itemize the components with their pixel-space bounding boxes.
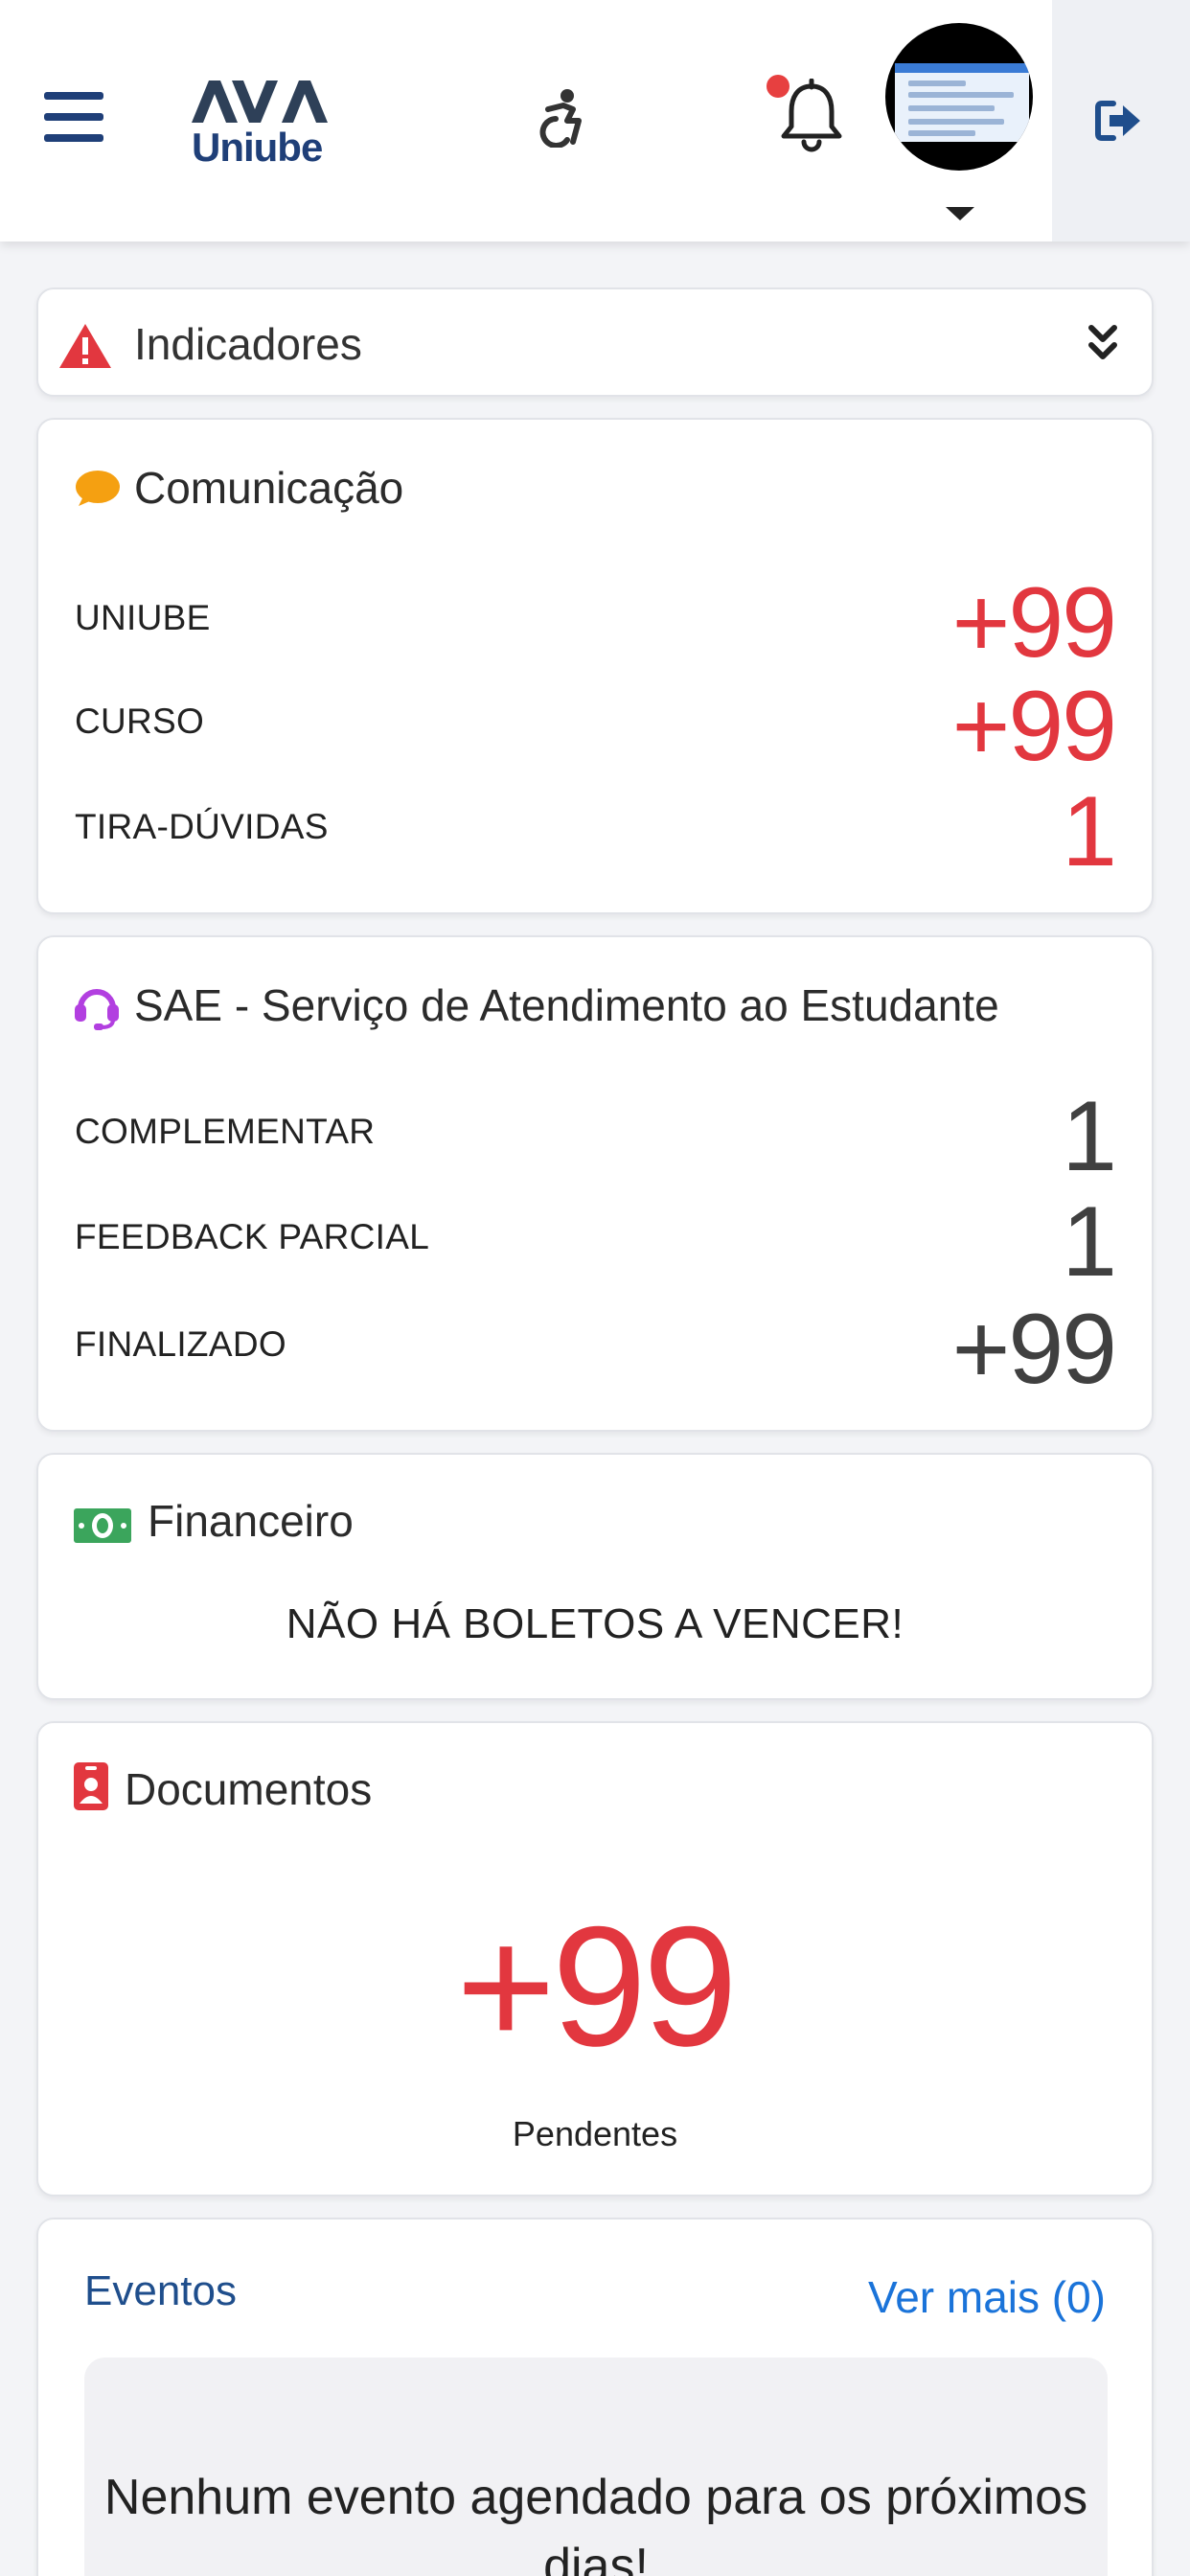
chat-bubble-icon bbox=[76, 471, 120, 506]
row-label: FINALIZADO bbox=[75, 1324, 286, 1364]
row-value[interactable]: 1 bbox=[1062, 1087, 1117, 1186]
avatar[interactable] bbox=[885, 23, 1033, 171]
eventos-card: Eventos Ver mais (0) Nenhum evento agend… bbox=[36, 2218, 1154, 2576]
caret-down-icon[interactable] bbox=[946, 207, 974, 220]
row-label: COMPLEMENTAR bbox=[75, 1112, 376, 1151]
eventos-empty-message: Nenhum evento agendado para os próximos … bbox=[103, 2470, 1088, 2576]
row-value[interactable]: 1 bbox=[1062, 1192, 1117, 1292]
row-value[interactable]: +99 bbox=[952, 1300, 1117, 1399]
logout-icon bbox=[1095, 101, 1140, 141]
sae-title: SAE - Serviço de Atendimento ao Estudant… bbox=[134, 980, 999, 1030]
financeiro-title: Financeiro bbox=[148, 1496, 354, 1546]
accessibility-icon[interactable] bbox=[535, 88, 588, 148]
menu-icon-bar bbox=[44, 92, 103, 100]
financeiro-card: Financeiro NÃO HÁ BOLETOS A VENCER! bbox=[36, 1453, 1154, 1700]
logout-button[interactable] bbox=[1052, 0, 1190, 242]
eventos-title: Eventos bbox=[84, 2267, 237, 2314]
menu-icon-bar bbox=[44, 134, 103, 142]
row-value[interactable]: +99 bbox=[952, 573, 1117, 673]
avatar-image bbox=[895, 63, 1029, 142]
ver-mais-link[interactable]: Ver mais (0) bbox=[868, 2271, 1106, 2323]
money-icon bbox=[74, 1508, 131, 1543]
headset-icon bbox=[75, 989, 119, 1030]
notification-dot bbox=[767, 75, 790, 98]
warning-icon bbox=[59, 324, 111, 368]
financeiro-message: NÃO HÁ BOLETOS A VENCER! bbox=[286, 1600, 904, 1647]
documentos-subtitle: Pendentes bbox=[512, 2114, 678, 2153]
row-label: CURSO bbox=[75, 702, 205, 741]
indicadores-title: Indicadores bbox=[134, 319, 362, 369]
comunicacao-card: Comunicação UNIUBE +99 CURSO +99 TIRA-DÚ… bbox=[36, 418, 1154, 914]
row-value[interactable]: 1 bbox=[1062, 782, 1117, 882]
menu-icon-bar bbox=[44, 113, 103, 121]
row-label: FEEDBACK PARCIAL bbox=[75, 1217, 430, 1256]
row-value[interactable]: +99 bbox=[952, 677, 1117, 776]
documentos-card: Documentos +99 Pendentes bbox=[36, 1721, 1154, 2196]
documentos-count[interactable]: +99 bbox=[38, 1901, 1152, 2072]
documentos-title: Documentos bbox=[125, 1764, 373, 1814]
row-label: TIRA-DÚVIDAS bbox=[75, 807, 329, 846]
indicadores-toggle[interactable]: Indicadores bbox=[36, 288, 1154, 397]
sae-card: SAE - Serviço de Atendimento ao Estudant… bbox=[36, 935, 1154, 1432]
comunicacao-title: Comunicação bbox=[134, 463, 404, 513]
row-label: UNIUBE bbox=[75, 598, 211, 637]
logo-text: Uniube bbox=[192, 125, 323, 170]
double-chevron-down-icon bbox=[1088, 325, 1117, 359]
eventos-empty-box: Nenhum evento agendado para os próximos … bbox=[84, 2358, 1108, 2576]
menu-button[interactable] bbox=[44, 92, 103, 146]
top-bar: Uniube bbox=[0, 0, 1190, 242]
id-badge-icon bbox=[74, 1762, 108, 1810]
